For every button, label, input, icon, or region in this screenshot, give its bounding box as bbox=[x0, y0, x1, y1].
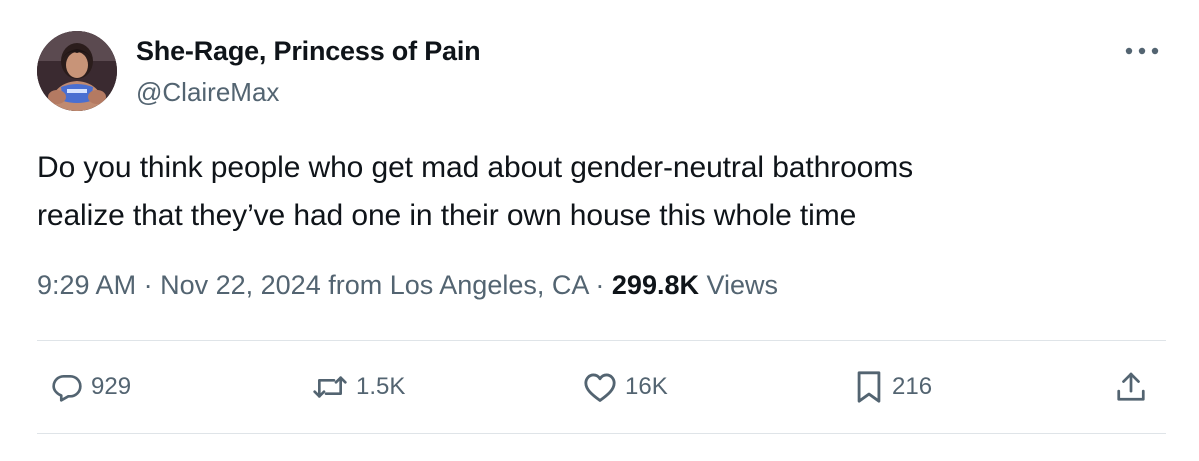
repost-icon bbox=[313, 376, 347, 398]
tweet-card: She-Rage, Princess of Pain @ClaireMax Do… bbox=[0, 0, 1199, 461]
bookmark-icon bbox=[857, 371, 881, 403]
author-avatar[interactable] bbox=[37, 31, 117, 111]
meta-separator: · bbox=[595, 270, 605, 300]
action-bar: 929 1.5K 16K 216 bbox=[0, 364, 1199, 410]
repost-count: 1.5K bbox=[356, 373, 406, 400]
tweet-location: from Los Angeles, CA bbox=[328, 270, 588, 300]
tweet-metadata: 9:29 AM · Nov 22, 2024 from Los Angeles,… bbox=[37, 270, 778, 301]
divider bbox=[37, 433, 1166, 434]
avatar-photo bbox=[37, 31, 117, 111]
author-handle[interactable]: @ClaireMax bbox=[136, 77, 279, 108]
reply-button[interactable]: 929 bbox=[51, 364, 131, 410]
heart-icon bbox=[584, 373, 616, 402]
views-label[interactable]: Views bbox=[707, 270, 779, 300]
tweet-time[interactable]: 9:29 AM bbox=[37, 270, 136, 300]
views-count[interactable]: 299.8K bbox=[612, 270, 699, 300]
share-icon bbox=[1117, 372, 1145, 401]
share-button[interactable] bbox=[1116, 364, 1146, 410]
bookmark-button[interactable]: 216 bbox=[854, 364, 932, 410]
meta-separator: · bbox=[143, 270, 153, 300]
like-button[interactable]: 16K bbox=[583, 364, 668, 410]
more-icon bbox=[1125, 47, 1159, 55]
like-count: 16K bbox=[625, 373, 668, 400]
more-options-button[interactable] bbox=[1118, 36, 1166, 66]
tweet-text: Do you think people who get mad about ge… bbox=[37, 151, 914, 232]
divider bbox=[37, 340, 1166, 341]
reply-count: 929 bbox=[91, 373, 132, 400]
tweet-date[interactable]: Nov 22, 2024 bbox=[160, 270, 321, 300]
reply-icon bbox=[52, 375, 82, 402]
repost-button[interactable]: 1.5K bbox=[312, 364, 405, 410]
author-display-name[interactable]: She-Rage, Princess of Pain bbox=[136, 36, 481, 67]
bookmark-count: 216 bbox=[892, 373, 933, 400]
